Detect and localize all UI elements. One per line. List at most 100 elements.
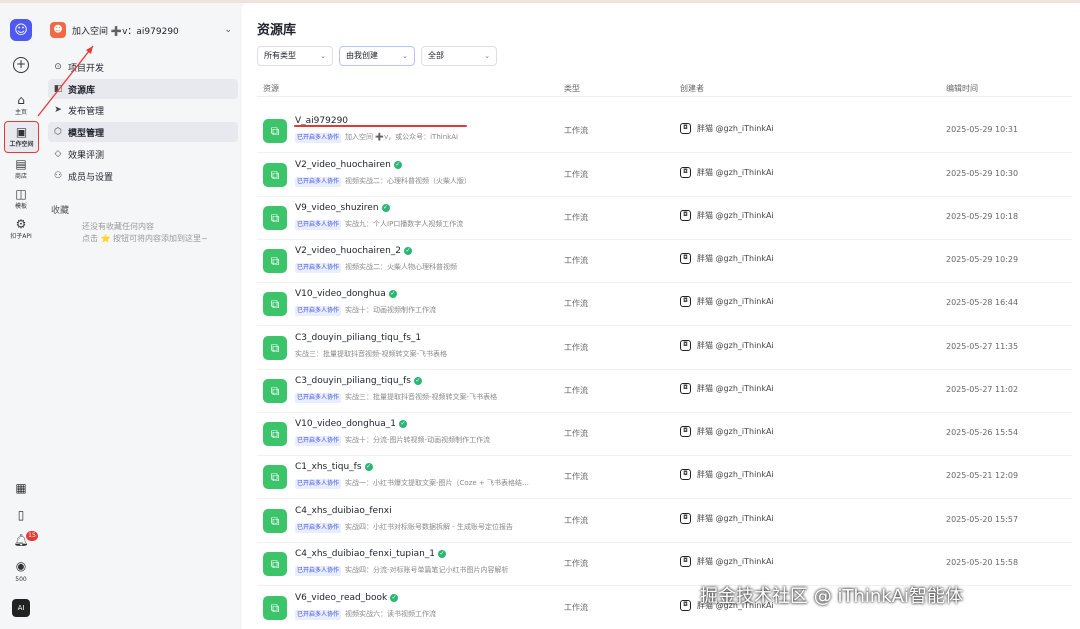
workflow-icon: ⧉ xyxy=(263,552,287,576)
nav-label: 项目开发 xyxy=(68,63,105,74)
resource-name-text: V6_video_read_book xyxy=(295,593,388,603)
resource-name: C4_xhs_duibiao_fenxi xyxy=(295,506,392,516)
creator-filter[interactable]: 由我创建 ⌄ xyxy=(339,46,415,66)
apps-icon[interactable]: ▦ xyxy=(0,481,42,495)
table-row[interactable]: ⧉ C1_xhs_tiqu_fs ✓ 已开启多人协作 实战一：小红书爆文提取文案-图片（… xyxy=(257,456,1072,499)
space-switcher[interactable]: ☻ 加入空间 ➕v：ai979290 ⌄ xyxy=(50,19,240,41)
resource-name-text: V10_video_donghua_1 xyxy=(295,419,396,429)
type-filter[interactable]: 所有类型 ⌄ xyxy=(257,46,333,66)
edit-time: 2025-05-29 10:30 xyxy=(946,169,1019,178)
col-type: 类型 xyxy=(564,84,580,93)
creator-avatar-icon: ◘ xyxy=(680,426,691,437)
creator-avatar-icon: ◘ xyxy=(680,123,691,134)
evaluation-icon: ◇ xyxy=(54,149,62,159)
table-row[interactable]: ⧉ C4_xhs_duibiao_fenxi 已开启多人协作 实战四：小红书对标账号数… xyxy=(257,500,1072,543)
resource-name-text: C3_douyin_piliang_tiqu_fs_1 xyxy=(295,333,422,343)
workspace-icon: ▣ xyxy=(15,125,28,139)
credits-value: 500 xyxy=(15,576,27,583)
table-row[interactable]: ⧉ C3_douyin_piliang_tiqu_fs ✓ 已开启多人协作 实战三：批量… xyxy=(257,370,1072,413)
rail-templates-label: 模板 xyxy=(14,203,27,210)
creator-avatar-icon: ◘ xyxy=(680,600,691,611)
collab-tag: 已开启多人协作 xyxy=(295,610,342,620)
resource-name-text: C1_xhs_tiqu_fs xyxy=(295,462,362,472)
resource-name: V2_video_huochairen ✓ xyxy=(295,160,402,170)
resource-desc-text: 实战九：个人IP口播数字人视频工作流 xyxy=(345,220,464,228)
collab-tag: 已开启多人协作 xyxy=(295,133,342,143)
col-creator: 创建者 xyxy=(680,84,704,93)
resource-type: 工作流 xyxy=(564,516,588,525)
resource-creator: ◘ 胖猫 @gzh_iThinkAi xyxy=(680,513,774,524)
table-row[interactable]: ⧉ V2_video_huochairen_2 ✓ 已开启多人协作 视频实战二：火柴人物… xyxy=(257,240,1072,283)
chevron-down-icon: ⌄ xyxy=(484,52,490,60)
edit-time: 2025-05-29 10:18 xyxy=(946,212,1019,221)
create-plus-icon[interactable]: + xyxy=(13,57,29,73)
workflow-icon: ⧉ xyxy=(263,336,287,360)
workflow-icon: ⧉ xyxy=(263,465,287,489)
creator-name: 胖猫 @gzh_iThinkAi xyxy=(697,514,774,523)
rail-templates[interactable]: ◫ 模板 xyxy=(0,187,42,211)
table-row[interactable]: ⧉ V10_video_donghua_1 ✓ 已开启多人协作 实战十：分流-图片转视频… xyxy=(257,413,1072,456)
nav-label: 成员与设置 xyxy=(68,172,114,183)
edit-time: 2025-05-28 16:44 xyxy=(946,298,1019,307)
check-icon: ✓ xyxy=(413,377,422,385)
edit-time: 2025-05-29 10:29 xyxy=(946,255,1019,264)
resource-desc-text: 视频实战二：火柴人物心理科普视频 xyxy=(345,263,458,271)
nav-members-settings[interactable]: ⚇ 成员与设置 xyxy=(48,166,238,186)
rail-home-label: 主页 xyxy=(14,109,27,116)
avatar[interactable]: AI xyxy=(12,599,30,617)
resource-desc-text: 实战四：分流-对标账号单篇笔记小红书图片内容解析 xyxy=(345,566,509,574)
resource-desc: 已开启多人协作 实战九：个人IP口播数字人视频工作流 xyxy=(295,219,463,230)
nav-model-management[interactable]: ⬡ 模型管理 xyxy=(48,122,238,142)
table-row[interactable]: ⧉ V2_video_huochairen ✓ 已开启多人协作 视频实战二：心理科普视频… xyxy=(257,154,1072,197)
check-icon: ✓ xyxy=(438,550,447,558)
check-icon: ✓ xyxy=(381,204,390,212)
creator-name: 胖猫 @gzh_iThinkAi xyxy=(697,297,774,306)
resource-creator: ◘ 胖猫 @gzh_iThinkAi xyxy=(680,469,774,480)
favorites-empty-line-2: 点击 ⭐ 按钮可将内容添加到这里~ xyxy=(82,234,208,243)
coze-logo-icon[interactable]: ☺ xyxy=(10,19,32,41)
rail-home[interactable]: ⌂ 主页 xyxy=(0,93,42,117)
resource-type: 工作流 xyxy=(564,472,588,481)
resource-type: 工作流 xyxy=(564,256,588,265)
credits-icon[interactable]: ◉ xyxy=(0,559,42,573)
collab-tag: 已开启多人协作 xyxy=(295,263,342,273)
creator-name: 胖猫 @gzh_iThinkAi xyxy=(697,384,774,393)
resource-desc: 已开启多人协作 视频实战二：火柴人物心理科普视频 xyxy=(295,262,457,273)
chevron-down-icon: ⌄ xyxy=(224,25,232,35)
rail-api-label: 扣子API xyxy=(10,233,32,240)
table-row[interactable]: ⧉ C4_xhs_duibiao_fenxi_tupian_1 ✓ 已开启多人协作 实战… xyxy=(257,543,1072,586)
resource-name-text: C4_xhs_duibiao_fenxi xyxy=(295,506,392,516)
resource-desc-text: 实战十：动画视频制作工作流 xyxy=(345,306,437,314)
check-icon: ✓ xyxy=(390,594,399,602)
nav-publish[interactable]: ➤ 发布管理 xyxy=(48,100,238,120)
edit-time: 2025-05-21 12:09 xyxy=(946,471,1019,480)
resource-name: V10_video_donghua_1 ✓ xyxy=(295,419,407,429)
rail-workspace[interactable]: ▣ 工作空间 xyxy=(4,121,39,153)
nav-evaluation[interactable]: ◇ 效果评测 xyxy=(48,144,238,164)
table-row[interactable]: ⧉ C3_douyin_piliang_tiqu_fs_1 实战三：批量提取抖音视频… xyxy=(257,327,1072,370)
creator-avatar-icon: ◘ xyxy=(680,556,691,567)
edit-time: 2025-05-27 11:02 xyxy=(946,385,1019,394)
table-row[interactable]: ⧉ V_ai979290 已开启多人协作 加入空间 ➕v，或公众号：iThinkAi 工… xyxy=(257,110,1072,153)
docs-icon[interactable]: ▯ xyxy=(0,508,42,522)
collab-tag: 已开启多人协作 xyxy=(295,306,342,316)
resource-desc-text: 实战三：批量提取抖音视频-视频转文案-飞书表格 xyxy=(345,393,498,401)
creator-avatar-icon: ◘ xyxy=(680,167,691,178)
status-filter[interactable]: 全部 ⌄ xyxy=(421,46,497,66)
creator-avatar-icon: ◘ xyxy=(680,469,691,480)
edit-time: 2025-05-27 11:35 xyxy=(946,342,1019,351)
rail-store[interactable]: ▤ 商店 xyxy=(0,157,42,181)
nav-project-dev[interactable]: ⊙ 项目开发 xyxy=(48,57,238,77)
resource-desc: 已开启多人协作 实战三：批量提取抖音视频-视频转文案-飞书表格 xyxy=(295,392,497,403)
workflow-icon: ⧉ xyxy=(263,249,287,273)
col-resource: 资源 xyxy=(263,84,279,93)
space-avatar-icon: ☻ xyxy=(50,22,66,38)
resource-creator: ◘ 胖猫 @gzh_iThinkAi xyxy=(680,383,774,394)
nav-resource-library[interactable]: ◧ 资源库 xyxy=(48,79,238,99)
creator-name: 胖猫 @gzh_iThinkAi xyxy=(697,211,774,220)
check-icon: ✓ xyxy=(364,463,373,471)
table-row[interactable]: ⧉ V9_video_shuziren ✓ 已开启多人协作 实战九：个人IP口播数字人视… xyxy=(257,197,1072,240)
edit-time: 2025-05-29 10:31 xyxy=(946,125,1019,134)
rail-api[interactable]: ⚙ 扣子API xyxy=(0,217,42,241)
table-row[interactable]: ⧉ V10_video_donghua ✓ 已开启多人协作 实战十：动画视频制作工作流 工… xyxy=(257,283,1072,326)
